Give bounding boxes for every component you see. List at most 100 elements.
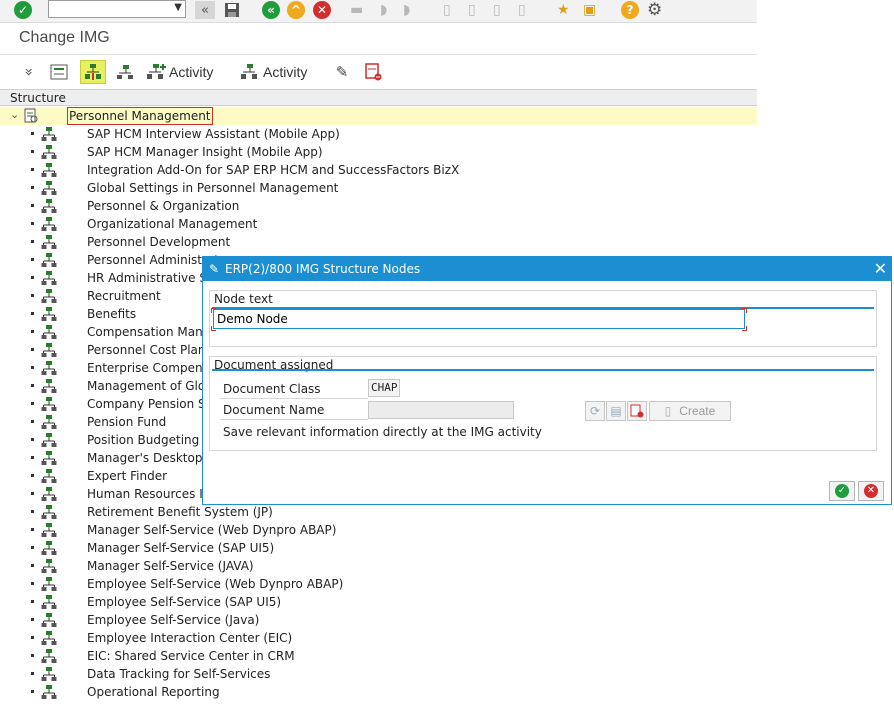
tree-item-label[interactable]: Pension Fund [87, 414, 166, 430]
tree-item[interactable]: Personnel & Organization [0, 197, 757, 215]
tree-item[interactable]: Employee Self-Service (SAP UI5) [0, 593, 757, 611]
tree-item-label[interactable]: HR Administrative Se [87, 270, 214, 286]
node-text-group: Node text [209, 290, 877, 347]
tree-item[interactable]: Global Settings in Personnel Management [0, 179, 757, 197]
tree-item-label[interactable]: Employee Self-Service (SAP UI5) [87, 594, 281, 610]
next-page-button[interactable]: ▯ [493, 1, 501, 19]
edit-button[interactable]: ✎ [332, 60, 352, 84]
tree-item[interactable]: SAP HCM Manager Insight (Mobile App) [0, 143, 757, 161]
close-icon[interactable]: ✕ [874, 257, 887, 281]
tree-item-label[interactable]: Employee Self-Service (Web Dynpro ABAP) [87, 576, 343, 592]
cancel-button[interactable]: ✕ [313, 1, 331, 19]
tree-item-label[interactable]: SAP HCM Manager Insight (Mobile App) [87, 144, 323, 160]
activity-button-1[interactable]: Activity [146, 60, 213, 84]
tree-item-label[interactable]: Expert Finder [87, 468, 167, 484]
double-chevron-left-icon: « [201, 2, 209, 18]
insert-structure-node-icon [85, 64, 101, 80]
tree-item-label[interactable]: Benefits [87, 306, 136, 322]
tree-item-label[interactable]: Data Tracking for Self-Services [87, 666, 270, 682]
tree-item[interactable]: Manager Self-Service (SAP UI5) [0, 539, 757, 557]
tree-item-label[interactable]: Personnel & Organization [87, 198, 239, 214]
tree-item-label[interactable]: Enterprise Compensa [87, 360, 216, 376]
tree-item[interactable]: Manager Self-Service (Web Dynpro ABAP) [0, 521, 757, 539]
node-text-input[interactable] [213, 309, 745, 329]
tree-item-label[interactable]: Employee Self-Service (Java) [87, 612, 259, 628]
expand-chevron-icon[interactable]: ⌄ [10, 108, 19, 121]
back-button[interactable]: « [262, 1, 280, 19]
collapse-toolbar-button[interactable]: « [195, 1, 215, 19]
tree-item-label[interactable]: Manager's Desktop [87, 450, 202, 466]
tree-item[interactable]: EIC: Shared Service Center in CRM [0, 647, 757, 665]
expand-menu-button[interactable]: » [14, 60, 42, 84]
confirm-button[interactable]: ✓ [829, 481, 855, 501]
next-page-icon: ▯ [493, 2, 501, 18]
tree-item[interactable]: Employee Interaction Center (EIC) [0, 629, 757, 647]
tree-item-label[interactable]: Manager Self-Service (JAVA) [87, 558, 254, 574]
dialog-title-bar: ✎ ERP(2)/800 IMG Structure Nodes ✕ [203, 257, 891, 281]
tree-item-label[interactable]: Position Budgeting ar [87, 432, 215, 448]
tree-item[interactable]: SAP HCM Interview Assistant (Mobile App) [0, 125, 757, 143]
select-subtree-button[interactable] [48, 60, 70, 84]
tree-item-label[interactable]: Global Settings in Personnel Management [87, 180, 338, 196]
document-assigned-group: Document assigned Document Class CHAP Do… [209, 356, 877, 451]
settings-button[interactable]: ⚙ [647, 0, 662, 20]
tree-item-label[interactable]: Organizational Management [87, 216, 257, 232]
tree-item[interactable]: Personnel Development [0, 233, 757, 251]
display-document-button[interactable]: ▤ [606, 401, 626, 421]
tree-item[interactable]: Data Tracking for Self-Services [0, 665, 757, 683]
create-document-button[interactable]: ▯ Create [649, 401, 731, 421]
tree-item[interactable]: Manager Self-Service (JAVA) [0, 557, 757, 575]
insert-node-button[interactable] [80, 60, 106, 84]
tree-root-label[interactable]: Personnel Management [67, 107, 213, 125]
dialog-cancel-button[interactable]: ✕ [858, 481, 884, 501]
bookmark-button[interactable]: ★ [557, 1, 570, 19]
tree-item-label[interactable]: Integration Add-On for SAP ERP HCM and S… [87, 162, 459, 178]
delete-document-button[interactable] [627, 401, 647, 421]
tree-item-label[interactable]: Manager Self-Service (SAP UI5) [87, 540, 274, 556]
first-page-button[interactable]: ▯ [443, 1, 451, 19]
tree-item-label[interactable]: Compensation Manag [87, 324, 218, 340]
structure-node-button[interactable] [114, 60, 136, 84]
tree-item[interactable]: Retirement Benefit System (JP) [0, 503, 757, 521]
previous-page-button[interactable]: ▯ [468, 1, 476, 19]
find-next-button[interactable]: ◗ [403, 1, 410, 19]
tree-item-label[interactable]: Employee Interaction Center (EIC) [87, 630, 292, 646]
print-button[interactable]: ▬ [350, 1, 363, 19]
tree-item[interactable]: Integration Add-On for SAP ERP HCM and S… [0, 161, 757, 179]
tree-item-label[interactable]: Human Resources Inf [87, 486, 215, 502]
tree-item[interactable]: Employee Self-Service (Java) [0, 611, 757, 629]
save-info-text: Save relevant information directly at th… [223, 425, 542, 439]
tree-leaf-dot-icon [31, 402, 34, 405]
cancel-icon: ✕ [864, 484, 878, 498]
tree-item[interactable]: Organizational Management [0, 215, 757, 233]
find-button[interactable]: ◗ [380, 1, 387, 19]
tree-item-label[interactable]: Company Pension Sc [87, 396, 212, 412]
exit-button[interactable]: ^ [287, 1, 305, 19]
tree-item-label[interactable]: EIC: Shared Service Center in CRM [87, 648, 295, 664]
tree-item-label[interactable]: Personnel Development [87, 234, 230, 250]
enter-button[interactable]: ✓ [14, 1, 32, 19]
tree-item-label[interactable]: SAP HCM Interview Assistant (Mobile App) [87, 126, 340, 142]
new-session-button[interactable]: ▣ [583, 1, 596, 19]
tree-item-label[interactable]: Retirement Benefit System (JP) [87, 504, 273, 520]
delete-node-button[interactable] [362, 60, 384, 84]
tree-item-label[interactable]: Personnel Administrat [87, 252, 219, 268]
tree-item-label[interactable]: Manager Self-Service (Web Dynpro ABAP) [87, 522, 336, 538]
help-button[interactable]: ? [621, 1, 639, 19]
tree-leaf-dot-icon [31, 492, 34, 495]
activity-button-2[interactable]: Activity [240, 60, 307, 84]
tree-item-label[interactable]: Operational Reporting [87, 684, 220, 700]
checkmark-icon: ✓ [14, 1, 32, 19]
tree-leaf-dot-icon [31, 330, 34, 333]
refresh-document-button[interactable]: ⟳ [585, 401, 605, 421]
last-page-button[interactable]: ▯ [518, 1, 526, 19]
tree-leaf-dot-icon [31, 474, 34, 477]
command-field[interactable]: ▼ [48, 0, 186, 18]
tree-item-label[interactable]: Personnel Cost Plann [87, 342, 213, 358]
tree-item[interactable]: Operational Reporting [0, 683, 757, 701]
tree-item[interactable]: Employee Self-Service (Web Dynpro ABAP) [0, 575, 757, 593]
tree-root-row[interactable]: ⌄ Personnel Management [0, 107, 757, 125]
save-button[interactable] [222, 1, 242, 19]
tree-item-label[interactable]: Recruitment [87, 288, 161, 304]
tree-item-label[interactable]: Management of Glob [87, 378, 213, 394]
